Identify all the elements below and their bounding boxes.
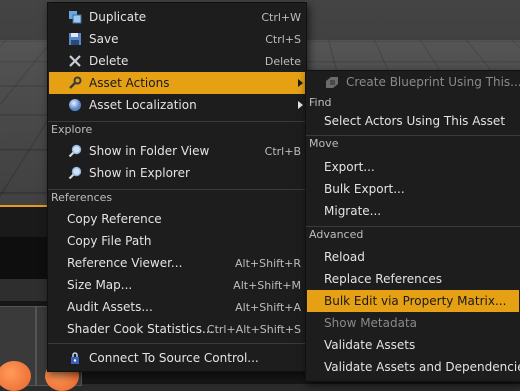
menu-item-export[interactable]: Export... bbox=[307, 156, 519, 178]
duplicate-icon bbox=[67, 9, 83, 25]
menu-item-delete[interactable]: Delete Delete bbox=[49, 50, 305, 72]
section-find: Find bbox=[309, 96, 332, 109]
section-explore: Explore bbox=[48, 121, 306, 137]
asset-context-menu: Duplicate Ctrl+W Save Ctrl+S Delete Dele… bbox=[47, 2, 307, 372]
save-icon bbox=[67, 31, 83, 47]
menu-item-shader-cook-statistics[interactable]: Shader Cook Statistics... Ctrl+Alt+Shift… bbox=[49, 318, 305, 340]
menu-item-select-actors-using-this-asset[interactable]: Select Actors Using This Asset bbox=[307, 110, 519, 132]
menu-item-connect-to-source-control[interactable]: Connect To Source Control... bbox=[49, 347, 305, 369]
menu-item-validate-assets[interactable]: Validate Assets bbox=[307, 334, 519, 356]
menu-item-migrate[interactable]: Migrate... bbox=[307, 200, 519, 222]
menu-item-size-map[interactable]: Size Map... Alt+Shift+M bbox=[49, 274, 305, 296]
menu-item-bulk-export[interactable]: Bulk Export... bbox=[307, 178, 519, 200]
section-references: References bbox=[48, 189, 306, 205]
menu-item-replace-references[interactable]: Replace References bbox=[307, 268, 519, 290]
menu-item-duplicate[interactable]: Duplicate Ctrl+W bbox=[49, 6, 305, 28]
magnifier-icon bbox=[67, 143, 83, 159]
blueprint-icon bbox=[324, 74, 340, 90]
asset-actions-submenu: Create Blueprint Using This... Find Sele… bbox=[305, 70, 520, 382]
menu-item-copy-file-path[interactable]: Copy File Path bbox=[49, 230, 305, 252]
asset-thumbnail[interactable] bbox=[0, 306, 36, 391]
menu-item-show-in-explorer[interactable]: Show in Explorer bbox=[49, 162, 305, 184]
menu-item-validate-assets-and-dependencies[interactable]: Validate Assets and Dependencies bbox=[307, 356, 520, 378]
menu-item-show-in-folder-view[interactable]: Show in Folder View Ctrl+B bbox=[49, 140, 305, 162]
submenu-arrow-icon bbox=[298, 79, 303, 87]
menu-item-reload[interactable]: Reload bbox=[307, 246, 519, 268]
submenu-arrow-icon bbox=[298, 101, 303, 109]
asset-thumbnail-preview bbox=[0, 361, 31, 391]
magnifier-icon bbox=[67, 165, 83, 181]
menu-item-reference-viewer[interactable]: Reference Viewer... Alt+Shift+R bbox=[49, 252, 305, 274]
menu-item-asset-actions[interactable]: Asset Actions bbox=[49, 72, 305, 94]
section-advanced: Advanced bbox=[306, 226, 520, 242]
menu-item-save[interactable]: Save Ctrl+S bbox=[49, 28, 305, 50]
menu-item-create-blueprint[interactable]: Create Blueprint Using This... bbox=[307, 71, 520, 93]
separator bbox=[48, 121, 306, 122]
separator bbox=[306, 226, 520, 227]
separator bbox=[306, 135, 520, 136]
globe-icon bbox=[67, 97, 83, 113]
menu-item-copy-reference[interactable]: Copy Reference bbox=[49, 208, 305, 230]
menu-item-asset-localization[interactable]: Asset Localization bbox=[49, 94, 305, 116]
section-move: Move bbox=[306, 135, 520, 151]
delete-icon bbox=[67, 53, 83, 69]
source-control-icon bbox=[67, 350, 83, 366]
separator bbox=[48, 189, 306, 190]
menu-item-bulk-edit-property-matrix[interactable]: Bulk Edit via Property Matrix... bbox=[307, 290, 519, 312]
wrench-icon bbox=[67, 75, 83, 91]
menu-item-show-metadata[interactable]: Show Metadata bbox=[307, 312, 519, 334]
menu-item-audit-assets[interactable]: Audit Assets... Alt+Shift+A bbox=[49, 296, 305, 318]
separator bbox=[48, 343, 306, 344]
